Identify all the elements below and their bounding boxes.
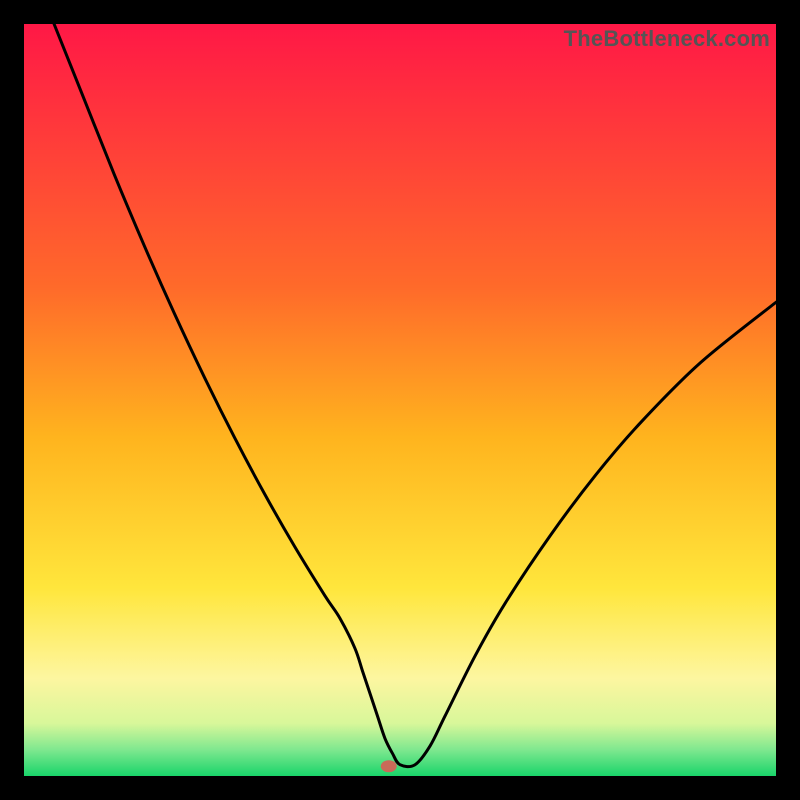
plot-svg	[24, 24, 776, 776]
plot-area: TheBottleneck.com	[24, 24, 776, 776]
watermark-text: TheBottleneck.com	[564, 26, 770, 52]
bottleneck-marker	[381, 760, 397, 772]
chart-frame: TheBottleneck.com	[0, 0, 800, 800]
